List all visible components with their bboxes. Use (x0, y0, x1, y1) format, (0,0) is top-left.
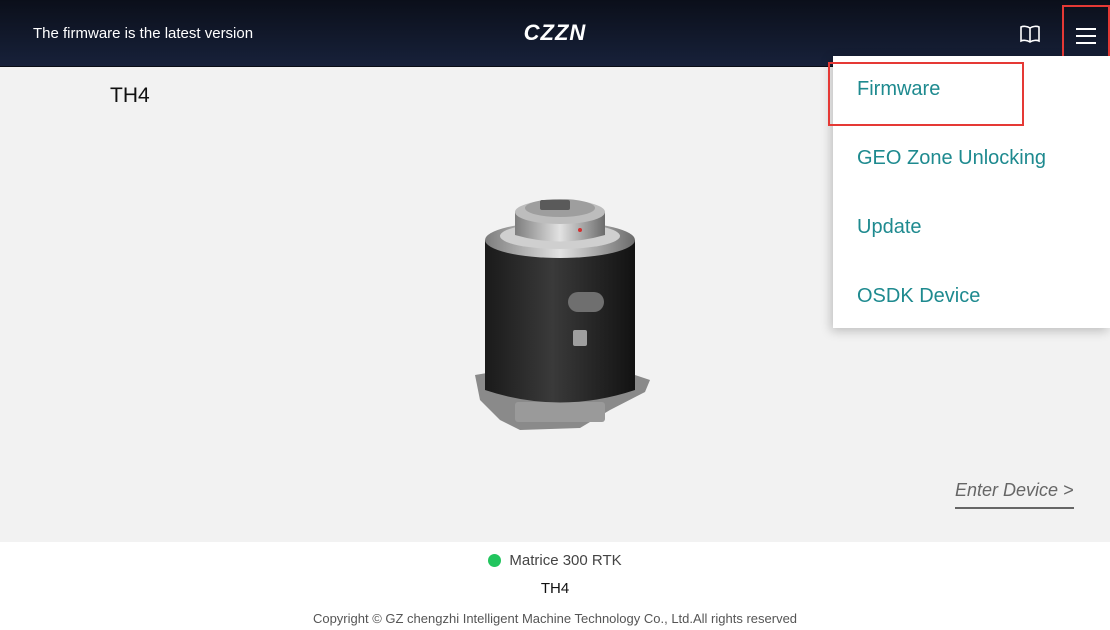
menu-item-geo-zone-unlocking[interactable]: GEO Zone Unlocking (833, 128, 1110, 188)
device-name: TH4 (110, 84, 150, 107)
copyright-text: Copyright © GZ chengzhi Intelligent Mach… (312, 611, 798, 626)
firmware-status-text: The firmware is the latest version (33, 24, 254, 42)
enter-device-link[interactable]: Enter Device > (955, 480, 1074, 509)
menu-item-update[interactable]: Update (833, 197, 1110, 257)
firmware-highlight (828, 62, 1024, 126)
status-dot-icon (488, 553, 502, 567)
device-image[interactable] (460, 180, 660, 440)
aircraft-model: Matrice 300 RTK (509, 551, 622, 569)
hamburger-menu-icon (1076, 28, 1096, 44)
brand-title: CZZN (523, 20, 587, 45)
device-model: TH4 (540, 580, 570, 597)
menu-item-osdk-device[interactable]: OSDK Device (833, 266, 1110, 326)
book-open-icon[interactable] (1019, 24, 1041, 44)
connection-status: Matrice 300 RTK (0, 547, 1110, 573)
